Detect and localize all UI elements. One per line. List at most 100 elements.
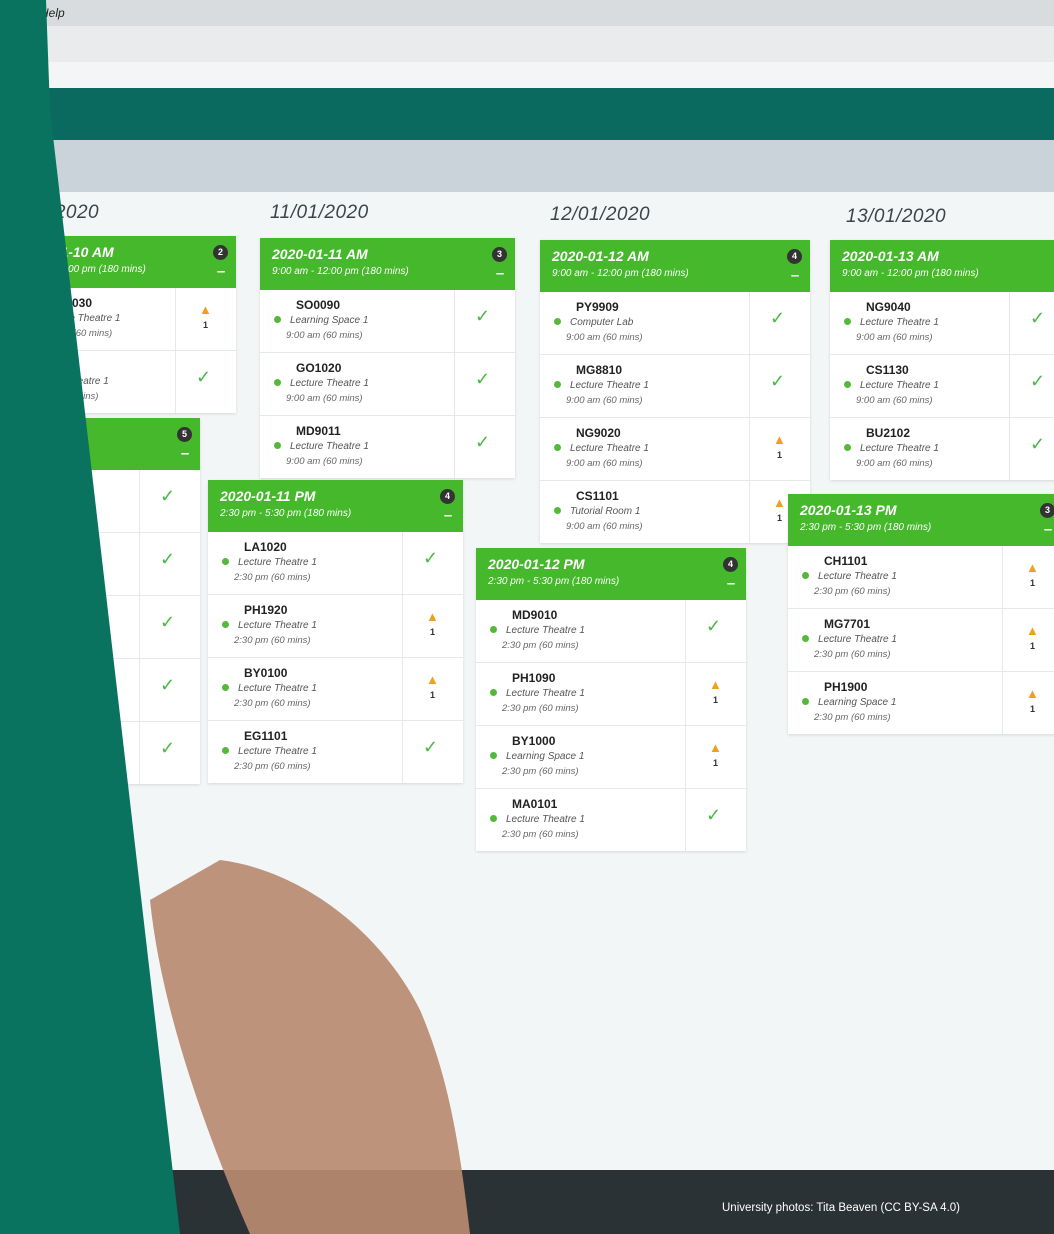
exam-status[interactable]: ▲ 1 xyxy=(402,658,463,720)
exam-room: re Theatre 1 xyxy=(66,313,121,324)
minus-icon[interactable]: – xyxy=(724,576,738,591)
exam-status[interactable]: ▲ 1 xyxy=(685,663,746,725)
exam-status[interactable]: ✓ xyxy=(454,290,515,352)
exam-row[interactable]: GO1020 Lecture Theatre 1 9:00 am (60 mins)… xyxy=(260,353,515,416)
warning-icon: ▲ xyxy=(1026,560,1039,575)
exam-row[interactable]: MA0101 Lecture Theatre 1 2:30 pm (60 mins)… xyxy=(476,789,746,851)
session-time-range: 2:30 pm - 5:30 pm (180 mins) xyxy=(800,522,932,533)
exam-status[interactable]: ✓ xyxy=(175,351,236,413)
exam-status[interactable]: ▲ 1 xyxy=(1002,672,1054,734)
minus-icon[interactable]: – xyxy=(1041,522,1054,537)
exam-row[interactable]: MD9011 Lecture Theatre 1 9:00 am (60 mins)… xyxy=(260,416,515,478)
exam-row[interactable]: CS1130 Lecture Theatre 1 9:00 am (60 mins)… xyxy=(830,355,1054,418)
exam-row[interactable]: CH1101 Lecture Theatre 1 2:30 pm (60 mins)… xyxy=(788,546,1054,609)
exam-room: Lecture Theatre 1 xyxy=(860,380,939,391)
session-header[interactable]: 2020-01-13 AM 9:00 am - 12:00 pm (180 min… xyxy=(830,240,1054,292)
new-tab-button[interactable]: + xyxy=(26,33,37,54)
warning-count: 1 xyxy=(777,450,783,460)
exam-row[interactable]: SO0090 Learning Space 1 9:00 am (60 mins) ✓ xyxy=(260,290,515,353)
exam-row[interactable]: PH1090 Lecture Theatre 1 2:30 pm (60 mins)… xyxy=(476,663,746,726)
address-bar[interactable] xyxy=(0,62,1054,89)
session-header[interactable]: 2020-01-13 PM 2:30 pm - 5:30 pm (180 mins… xyxy=(788,494,1054,546)
exam-room: Lecture Theatre 1 xyxy=(818,571,897,582)
check-icon: ✓ xyxy=(475,306,491,326)
exam-status[interactable]: ✓ xyxy=(685,600,746,662)
exam-status[interactable]: ✓ xyxy=(139,533,200,595)
session-header[interactable]: -01-10 AM - 12:00 pm (180 mins) 2 – xyxy=(36,236,236,288)
exam-row[interactable]: ✓ xyxy=(30,722,200,784)
exam-status[interactable]: ▲ 1 xyxy=(175,288,236,350)
exam-status[interactable]: ▲ 1 xyxy=(1002,609,1054,671)
exam-status[interactable]: ✓ xyxy=(1009,355,1054,417)
session-count-badge: 4 xyxy=(723,557,738,572)
session-header[interactable]: 2020-01-12 AM 9:00 am - 12:00 pm (180 min… xyxy=(540,240,810,292)
status-dot xyxy=(50,314,57,321)
check-icon: ✓ xyxy=(1030,371,1046,391)
exam-row[interactable]: 0 Theatre 1 60 mins) ✓ xyxy=(36,351,236,413)
exam-row[interactable]: CS1101 Tutorial Room 1 9:00 am (60 mins) ▲ 1 xyxy=(540,481,810,543)
exam-status[interactable]: ✓ xyxy=(1009,418,1054,480)
exam-status[interactable]: ▲ 1 xyxy=(402,595,463,657)
exam-row[interactable]: NG9040 Lecture Theatre 1 9:00 am (60 mins)… xyxy=(830,292,1054,355)
exam-row[interactable]: EG1101 Lecture Theatre 1 2:30 pm (60 mins)… xyxy=(208,721,463,783)
menu-item-window[interactable]: ow xyxy=(2,6,17,20)
exam-time: 2:30 pm (60 mins) xyxy=(234,635,311,646)
check-icon: ✓ xyxy=(475,369,491,389)
exam-time: 2:30 pm (60 mins) xyxy=(234,761,311,772)
exam-row[interactable]: PY9909 Computer Lab 9:00 am (60 mins) ✓ xyxy=(540,292,810,355)
exam-status[interactable]: ✓ xyxy=(749,355,810,417)
exam-status[interactable]: ✓ xyxy=(139,596,200,658)
menu-item-help[interactable]: Help xyxy=(40,6,65,20)
exam-row[interactable]: MG7701 Lecture Theatre 1 2:30 pm (60 mins)… xyxy=(788,609,1054,672)
exam-row[interactable]: ✓ xyxy=(30,533,200,596)
exam-status[interactable]: ✓ xyxy=(685,789,746,851)
exam-row[interactable]: ✓ xyxy=(30,470,200,533)
session-title: 2020-01-11 PM xyxy=(220,488,316,504)
exam-status[interactable]: ✓ xyxy=(402,721,463,783)
exam-status[interactable]: ✓ xyxy=(139,659,200,721)
exam-status[interactable]: ▲ 1 xyxy=(1002,546,1054,608)
exam-row[interactable]: PH1920 Lecture Theatre 1 2:30 pm (60 mins)… xyxy=(208,595,463,658)
exam-row[interactable]: ✓ xyxy=(30,659,200,722)
session-header[interactable]: 80 mins) 5 – xyxy=(30,418,200,470)
exam-room: Lecture Theatre 1 xyxy=(238,746,317,757)
exam-row[interactable]: MG8810 Lecture Theatre 1 9:00 am (60 mins)… xyxy=(540,355,810,418)
exam-row[interactable]: NG9020 Lecture Theatre 1 9:00 am (60 mins)… xyxy=(540,418,810,481)
session-header[interactable]: 2020-01-12 PM 2:30 pm - 5:30 pm (180 mins… xyxy=(476,548,746,600)
minus-icon[interactable]: – xyxy=(788,268,802,283)
exam-row[interactable]: BU2102 Lecture Theatre 1 9:00 am (60 mins)… xyxy=(830,418,1054,480)
exam-room: Lecture Theatre 1 xyxy=(238,557,317,568)
exam-status[interactable]: ✓ xyxy=(402,532,463,594)
minus-icon[interactable]: – xyxy=(178,446,192,461)
status-dot xyxy=(554,507,561,514)
minus-icon[interactable]: – xyxy=(493,266,507,281)
exam-status[interactable]: ▲ 1 xyxy=(685,726,746,788)
exam-status[interactable]: ✓ xyxy=(454,353,515,415)
exam-status[interactable]: ✓ xyxy=(1009,292,1054,354)
session-header[interactable]: 2020-01-11 PM 2:30 pm - 5:30 pm (180 mins… xyxy=(208,480,463,532)
exam-status[interactable]: ✓ xyxy=(749,292,810,354)
exam-room: Computer Lab xyxy=(570,317,634,328)
minus-icon[interactable]: – xyxy=(441,508,455,523)
exam-row[interactable]: BY1000 Learning Space 1 2:30 pm (60 mins) ▲… xyxy=(476,726,746,789)
minus-icon[interactable]: – xyxy=(214,264,228,279)
exam-row[interactable]: ✓ xyxy=(30,596,200,659)
exam-status[interactable]: ✓ xyxy=(454,416,515,478)
exam-row[interactable]: 030 re Theatre 1m (60 mins) ▲ 1 xyxy=(36,288,236,351)
session-title: -01-10 AM xyxy=(48,244,114,260)
status-dot xyxy=(802,635,809,642)
session-time-range: 9:00 am - 12:00 pm (180 mins) xyxy=(842,268,979,279)
session-card: 2020-01-11 AM 9:00 am - 12:00 pm (180 min… xyxy=(260,238,515,478)
exam-row[interactable]: LA1020 Lecture Theatre 1 2:30 pm (60 mins)… xyxy=(208,532,463,595)
exam-row[interactable]: MD9010 Lecture Theatre 1 2:30 pm (60 mins)… xyxy=(476,600,746,663)
session-header[interactable]: 2020-01-11 AM 9:00 am - 12:00 pm (180 min… xyxy=(260,238,515,290)
exam-row[interactable]: BY0100 Lecture Theatre 1 2:30 pm (60 mins)… xyxy=(208,658,463,721)
exam-row[interactable]: PH1900 Learning Space 1 2:30 pm (60 mins) ▲… xyxy=(788,672,1054,734)
check-icon: ✓ xyxy=(706,616,722,636)
exam-status[interactable]: ✓ xyxy=(139,722,200,784)
exam-status[interactable]: ✓ xyxy=(139,470,200,532)
warning-count: 1 xyxy=(1030,641,1036,651)
exam-code: CS1130 xyxy=(866,363,909,377)
status-dot xyxy=(554,318,561,325)
exam-status[interactable]: ▲ 1 xyxy=(749,418,810,480)
